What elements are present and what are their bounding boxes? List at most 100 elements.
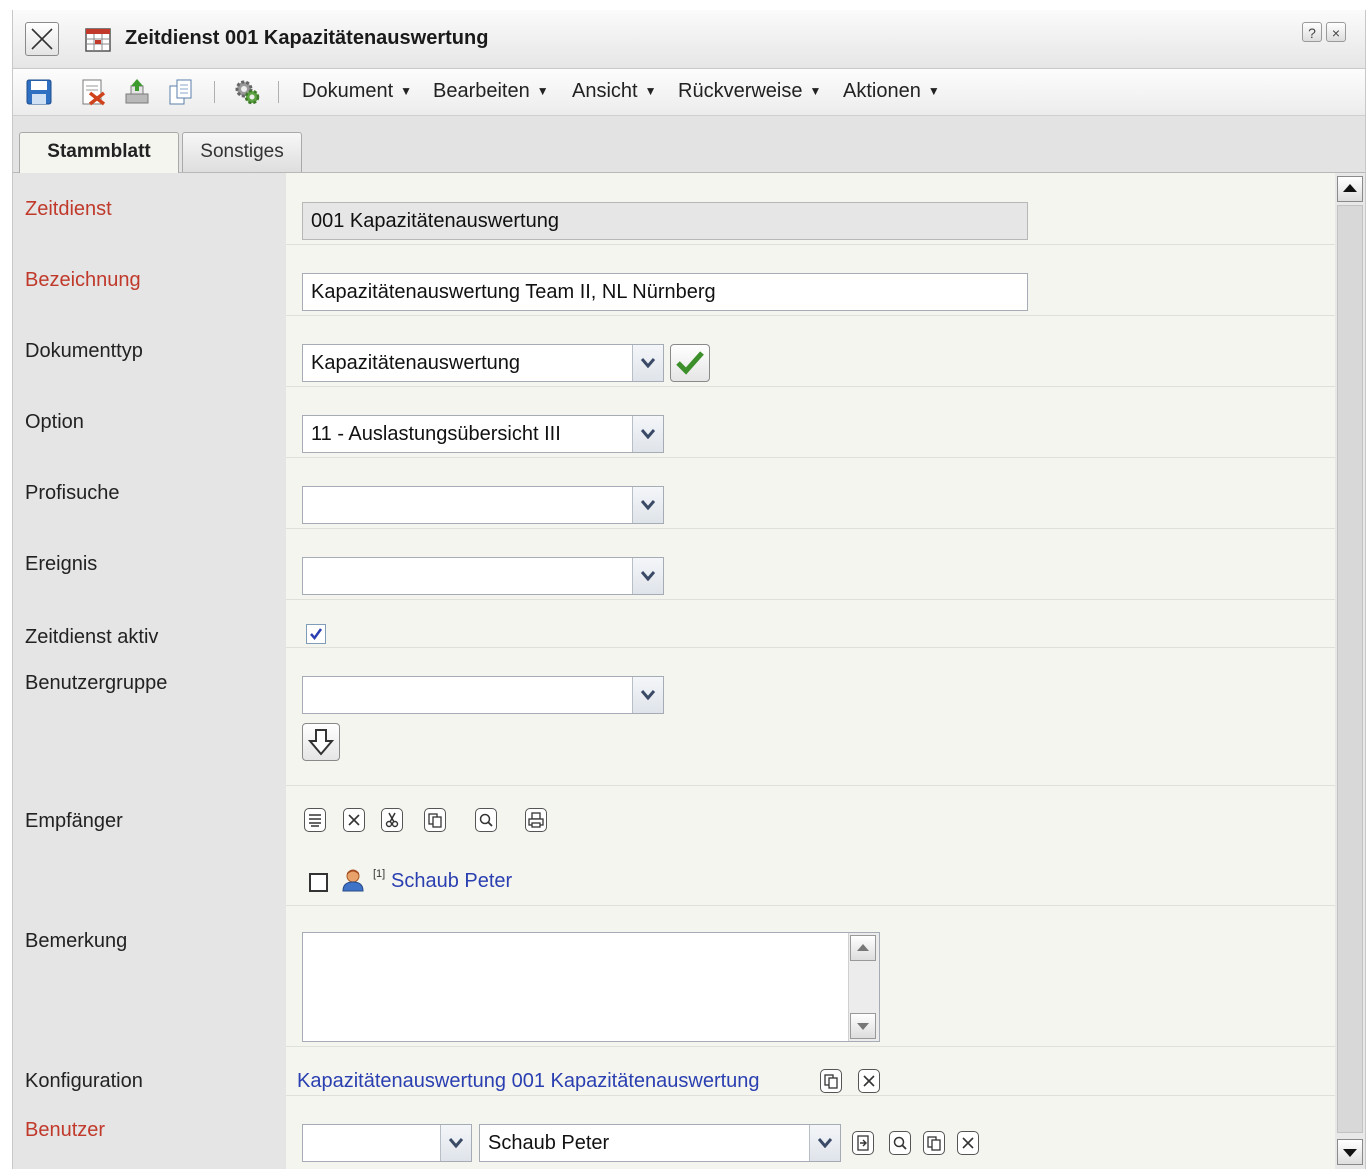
copy-icon [824,1074,838,1089]
recipient-print-button[interactable] [525,808,547,832]
menu-rueckverweise[interactable]: Rückverweise ▼ [678,80,821,103]
scroll-up-button[interactable] [850,935,876,961]
row-divider [286,528,1335,529]
dropdown-button[interactable] [632,345,663,381]
profisuche-select[interactable] [302,486,664,524]
bezeichnung-label: Bezeichnung [25,269,141,291]
window-title: Zeitdienst 001 Kapazitätenauswertung [125,27,489,49]
copy-icon[interactable] [167,78,195,106]
toolbar: Dokument ▼ Bearbeiten ▼ Ansicht ▼ Rückverwe… [13,69,1365,116]
row-divider [286,785,1335,786]
toolbar-separator [278,81,279,103]
benutzer-remove-button[interactable] [957,1131,979,1155]
benutzer-copy-button[interactable] [923,1131,945,1155]
remove-icon [348,814,360,826]
row-divider [286,386,1335,387]
close-window-button[interactable] [25,22,59,56]
chevron-down-icon [641,429,655,439]
chevron-down-icon [449,1138,463,1148]
search-icon [893,1136,907,1150]
option-select[interactable]: 11 - Auslastungsübersicht III [302,415,664,453]
chevron-down-icon [641,690,655,700]
scroll-down-button[interactable] [850,1013,876,1039]
menu-ansicht[interactable]: Ansicht ▼ [572,80,656,103]
menu-dokument[interactable]: Dokument ▼ [302,80,412,103]
benutzer-group-select[interactable] [302,1124,472,1162]
chevron-down-icon [818,1138,832,1148]
scroll-up-button[interactable] [1337,176,1363,202]
benutzer-user-select[interactable]: Schaub Peter [479,1124,841,1162]
list-icon [309,814,321,827]
row-divider [286,1046,1335,1047]
row-divider [286,315,1335,316]
profisuche-label: Profisuche [25,482,120,504]
delete-icon[interactable] [79,78,107,106]
scrollbar-thumb[interactable] [1337,205,1363,1133]
dropdown-arrow-icon: ▼ [927,84,940,98]
dropdown-button[interactable] [440,1125,471,1161]
label-column [13,173,286,1169]
bemerkung-textarea[interactable] [302,932,880,1042]
textarea-scrollbar[interactable] [848,933,879,1041]
settings-icon[interactable] [233,78,261,106]
recipient-copy-button[interactable] [424,808,446,832]
row-divider [286,599,1335,600]
add-group-button[interactable] [302,723,340,761]
konfiguration-link[interactable]: Kapazitätenauswertung 001 Kapazitätenaus… [297,1070,760,1093]
document-window: Zeitdienst 001 Kapazitätenauswertung ? × [12,10,1366,1169]
recipient-remove-button[interactable] [343,808,365,832]
benutzer-label: Benutzer [25,1119,106,1141]
benutzer-import-button[interactable] [852,1131,874,1155]
dropdown-arrow-icon: ▼ [809,84,822,98]
main-scrollbar[interactable] [1335,173,1365,1169]
checkmark-icon [676,351,704,375]
zeitdienst-aktiv-checkbox[interactable] [306,624,326,644]
ereignis-select[interactable] [302,557,664,595]
benutzergruppe-select[interactable] [302,676,664,714]
recipient-search-button[interactable] [475,808,497,832]
import-icon [857,1135,869,1151]
recipient-cut-button[interactable] [381,808,403,832]
window-close-button[interactable]: × [1326,22,1346,42]
zeitdienst-aktiv-label: Zeitdienst aktiv [25,626,159,648]
tab-sonstiges[interactable]: Sonstiges [182,132,302,172]
row-divider [286,244,1335,245]
user-icon [342,869,364,892]
arrow-down-icon [307,729,335,756]
arrow-up-icon [857,944,869,951]
dropdown-button[interactable] [632,677,663,713]
row-divider [286,647,1335,648]
dropdown-button[interactable] [632,558,663,594]
recipient-index: [1] [373,868,386,880]
zeitdienst-field: 001 Kapazitätenauswertung [302,202,1028,240]
toolbar-separator [214,81,215,103]
zeitdienst-label: Zeitdienst [25,198,112,220]
benutzer-search-button[interactable] [889,1131,911,1155]
recipient-link[interactable]: Schaub Peter [391,870,512,893]
konfiguration-copy-button[interactable] [820,1069,842,1093]
dropdown-button[interactable] [632,416,663,452]
confirm-button[interactable] [670,344,710,382]
export-icon[interactable] [123,78,151,106]
tab-stammblatt[interactable]: Stammblatt [19,132,179,173]
dropdown-button[interactable] [632,487,663,523]
help-button[interactable]: ? [1302,22,1322,42]
print-icon [528,812,544,828]
arrow-down-icon [1343,1149,1357,1157]
dropdown-arrow-icon: ▼ [644,84,657,98]
save-icon[interactable] [25,78,53,106]
konfiguration-remove-button[interactable] [858,1069,880,1093]
dokumenttyp-select[interactable]: Kapazitätenauswertung [302,344,664,382]
dropdown-button[interactable] [809,1125,840,1161]
title-bar: Zeitdienst 001 Kapazitätenauswertung ? × [13,10,1365,69]
menu-aktionen[interactable]: Aktionen ▼ [843,80,940,103]
konfiguration-label: Konfiguration [25,1070,143,1092]
bezeichnung-input[interactable]: Kapazitätenauswertung Team II, NL Nürnbe… [302,273,1028,311]
recipient-list-button[interactable] [304,808,326,832]
menu-bearbeiten[interactable]: Bearbeiten ▼ [433,80,549,103]
row-divider [286,457,1335,458]
scroll-down-button[interactable] [1337,1139,1363,1165]
recipient-checkbox[interactable] [309,873,328,892]
arrow-up-icon [1343,184,1357,192]
chevron-down-icon [641,571,655,581]
